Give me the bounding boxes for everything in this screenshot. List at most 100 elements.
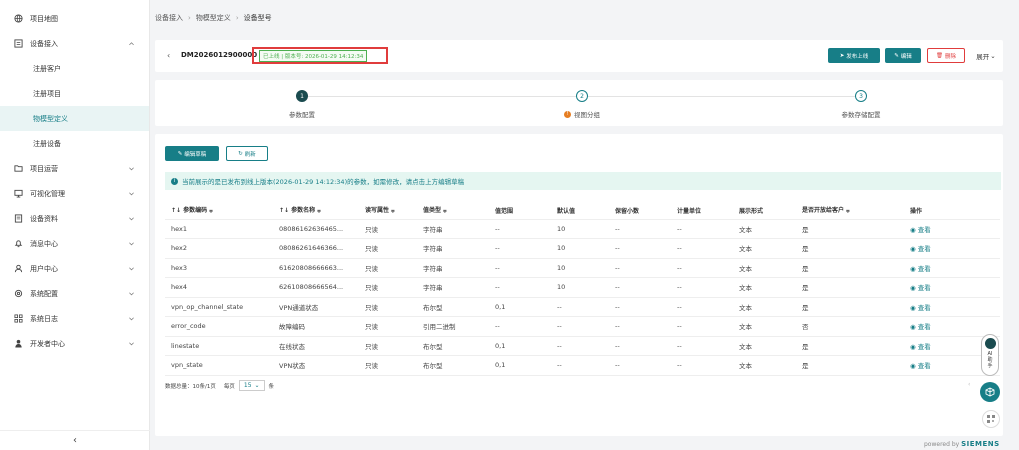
- step-2-indicator[interactable]: 2: [576, 90, 588, 102]
- sidebar-item-system-config[interactable]: 系统配置: [0, 281, 149, 306]
- refresh-button[interactable]: ↻ 刷新: [226, 146, 268, 161]
- table-cell: 61620808666663...: [273, 258, 359, 278]
- sidebar-item-label: 可视化管理: [30, 189, 65, 198]
- sidebar-item-device-access[interactable]: 设备接入: [0, 31, 149, 56]
- step-label-text: 参数存储配置: [841, 111, 881, 119]
- edit-icon: ✎: [894, 52, 899, 59]
- column-header[interactable]: 值类型 ⩦: [417, 202, 489, 220]
- chevron-down-icon: ⌄: [254, 382, 260, 389]
- breadcrumb-item[interactable]: 物模型定义: [196, 13, 231, 23]
- sidebar-item-register-customer[interactable]: 注册客户: [0, 56, 149, 81]
- chevron-right-icon: ›: [235, 14, 239, 22]
- table-cell: --: [609, 258, 671, 278]
- table-cell: --: [489, 277, 551, 298]
- table-cell: 只读: [359, 355, 417, 376]
- sidebar-item-label: 设备资料: [30, 214, 58, 223]
- sidebar-item-register-project[interactable]: 注册项目: [0, 81, 149, 106]
- chevron-down-icon: [129, 292, 134, 296]
- sidebar-item-project-ops[interactable]: 项目运营: [0, 156, 149, 181]
- table-cell: error_code: [165, 316, 273, 337]
- table-cell: 是: [796, 297, 904, 317]
- edit-draft-button[interactable]: ✎ 编辑草稿: [165, 146, 219, 161]
- table-cell: 字符串: [417, 258, 489, 278]
- table-cell: 只读: [359, 297, 417, 317]
- table-cell: 文本: [733, 238, 796, 259]
- table-row: hex2 08086261646366... 只读 字符串 -- 10 -- -- 文本是 ◉ 查…: [165, 238, 1000, 259]
- sidebar-collapse-button[interactable]: ‹: [0, 430, 150, 450]
- view-link[interactable]: ◉ 查看: [904, 316, 1000, 337]
- table-cell: 文本: [733, 277, 796, 298]
- table-cell: 故障编码: [273, 316, 359, 337]
- eye-icon: ◉: [910, 342, 918, 351]
- bell-icon: [14, 239, 23, 248]
- chevron-down-icon: [129, 217, 134, 221]
- table-cell: 文本: [733, 336, 796, 356]
- table-cell: 只读: [359, 316, 417, 337]
- globe-icon: [14, 14, 23, 23]
- sidebar-item-label: 用户中心: [30, 264, 58, 273]
- cube-icon[interactable]: [980, 382, 1000, 402]
- breadcrumb-item[interactable]: 设备接入: [155, 13, 183, 23]
- sidebar-item-project-map[interactable]: 项目地图: [0, 6, 149, 31]
- table-row: hex4 62610808666564... 只读 字符串 -- 10 -- -- 文本是 ◉ 查…: [165, 277, 1000, 298]
- ai-assistant-button[interactable]: AI助手: [981, 334, 999, 376]
- table-row: hex3 61620808666663... 只读 字符串 -- 10 -- -- 文本是 ◉ 查…: [165, 258, 1000, 278]
- table-cell: 文本: [733, 355, 796, 376]
- column-header[interactable]: ↑↓ 参数名称 ⩦: [273, 202, 359, 220]
- column-header[interactable]: ↑↓ 参数编码 ⩦: [165, 202, 273, 220]
- table-cell: --: [609, 219, 671, 239]
- table-cell: VPN通道状态: [273, 297, 359, 317]
- sidebar-item-developer-center[interactable]: 开发者中心: [0, 331, 149, 356]
- sidebar-item-label: 消息中心: [30, 239, 58, 248]
- expand-button[interactable]: 展开 ⌄: [973, 48, 999, 63]
- table-cell: hex2: [165, 238, 273, 259]
- step-2-label[interactable]: ! 视图分组: [564, 109, 600, 119]
- back-icon[interactable]: ‹: [167, 51, 170, 60]
- sidebar-item-register-device[interactable]: 注册设备: [0, 131, 149, 156]
- column-header: 值范围: [489, 202, 551, 220]
- column-header[interactable]: 是否开放给客户 ⩦: [796, 202, 904, 220]
- page-size-select[interactable]: 15 ⌄: [238, 380, 265, 391]
- edit-button[interactable]: ✎ 编辑: [885, 48, 921, 63]
- sidebar-item-label: 设备接入: [30, 39, 58, 48]
- delete-button[interactable]: 🗑 删除: [927, 48, 965, 63]
- chevron-right-icon: ›: [188, 14, 191, 22]
- view-link[interactable]: ◉ 查看: [904, 258, 1000, 278]
- table-cell: vpn_state: [165, 355, 273, 376]
- column-header: 展示形式: [733, 202, 796, 220]
- view-link[interactable]: ◉ 查看: [904, 238, 1000, 259]
- eye-icon: ◉: [910, 362, 918, 371]
- table-row: hex1 08086162636465... 只读 字符串 -- 10 -- -- 文本是 ◉ 查…: [165, 219, 1000, 239]
- breadcrumb: 设备接入 › 物模型定义 › 设备型号: [155, 13, 272, 23]
- scroll-left-icon[interactable]: ‹: [968, 381, 970, 388]
- sidebar-item-messages[interactable]: 消息中心: [0, 231, 149, 256]
- step-1-indicator[interactable]: 1: [296, 90, 308, 102]
- eye-icon: ◉: [910, 303, 918, 312]
- view-link[interactable]: ◉ 查看: [904, 219, 1000, 239]
- column-header[interactable]: 读写属性 ⩦: [359, 202, 417, 220]
- table-cell: 62610808666564...: [273, 277, 359, 298]
- publish-button[interactable]: ➤ 发布上线: [828, 48, 880, 63]
- sidebar-item-device-docs[interactable]: 设备资料: [0, 206, 149, 231]
- steps-bar: 1 2 3 参数配置 ! 视图分组 参数存储配置: [155, 80, 1003, 126]
- qr-code-icon[interactable]: [982, 410, 1000, 428]
- pager-unit: 条: [268, 383, 275, 390]
- sidebar-item-user-center[interactable]: 用户中心: [0, 256, 149, 281]
- brand-logo: SIEMENS: [961, 440, 1000, 448]
- info-icon: i: [171, 177, 178, 185]
- params-panel: ✎ 编辑草稿 ↻ 刷新 i 当前展示的是已发布到线上版本(2026-01-29 14…: [155, 134, 1003, 436]
- table-cell: 只读: [359, 219, 417, 239]
- view-link[interactable]: ◉ 查看: [904, 297, 1000, 317]
- developer-icon: [14, 339, 23, 348]
- view-link[interactable]: ◉ 查看: [904, 277, 1000, 298]
- table-cell: 文本: [733, 297, 796, 317]
- powered-by-text: powered by: [924, 441, 960, 448]
- sidebar-item-thing-model[interactable]: 物模型定义: [0, 106, 149, 131]
- trash-icon: 🗑: [936, 52, 943, 59]
- step-3-label[interactable]: 参数存储配置: [842, 109, 881, 119]
- step-3-indicator[interactable]: 3: [855, 90, 867, 102]
- sidebar-item-visualization[interactable]: 可视化管理: [0, 181, 149, 206]
- model-id: DM2026012900000: [181, 51, 258, 59]
- step-1-label[interactable]: 参数配置: [289, 109, 315, 119]
- sidebar-item-system-log[interactable]: 系统日志: [0, 306, 149, 331]
